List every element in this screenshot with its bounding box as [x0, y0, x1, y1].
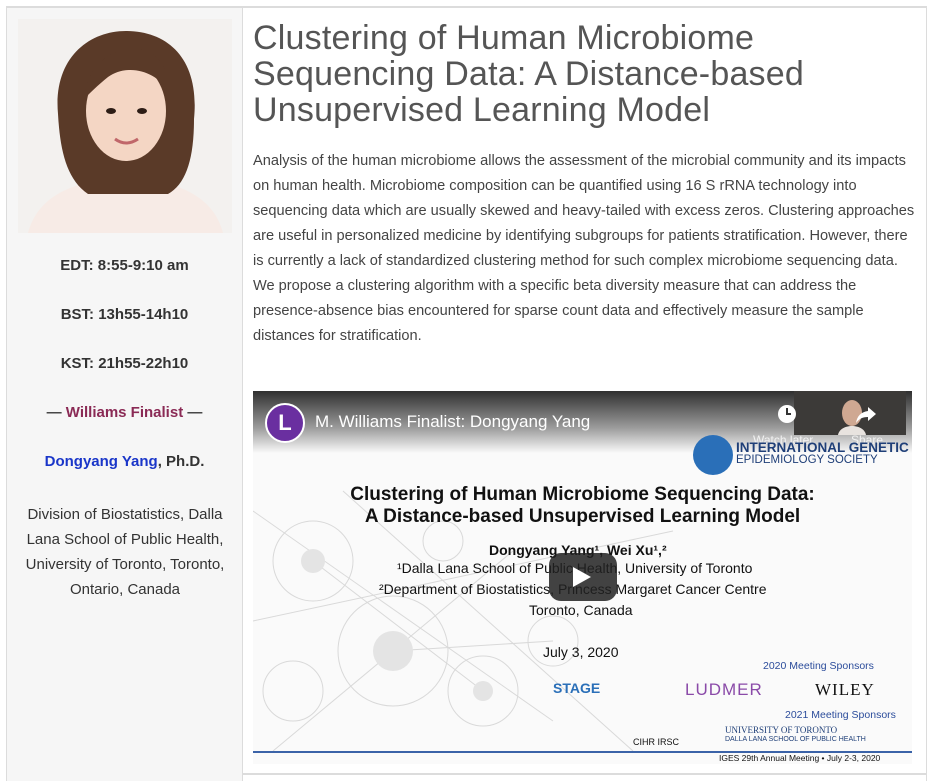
slide-title-line2: A Distance-based Unsupervised Learning M… [364, 506, 801, 527]
sponsor-ludmer: LUDMER [685, 680, 763, 699]
award-name: Williams Finalist [65, 404, 184, 421]
speaker-degree: , Ph.D. [157, 453, 205, 470]
slide-date: July 3, 2020 [543, 644, 619, 660]
slide-footer: IGES 29th Annual Meeting • July 2-3, 202… [719, 753, 881, 763]
play-icon [573, 567, 591, 587]
table-right-border [926, 6, 927, 781]
table-column-divider [242, 6, 243, 781]
sponsor-wiley: WILEY [815, 680, 875, 699]
clock-icon[interactable] [772, 403, 802, 433]
sponsor-uoft-line1: UNIVERSITY OF TORONTO [725, 725, 838, 735]
talk-title: Clustering of Human Microbiome Sequencin… [253, 19, 804, 129]
award-dash-left: — [46, 404, 66, 421]
speaker-photo [18, 19, 232, 233]
video-title[interactable]: M. Williams Finalist: Dongyang Yang [315, 412, 590, 432]
society-logo-icon [693, 435, 733, 475]
presenter-camera-thumbnail [794, 391, 906, 435]
award-dash-right: — [183, 404, 203, 421]
slide-society-line2: EPIDEMIOLOGY SOCIETY [736, 454, 878, 466]
schedule-bst: BST: 13h55-14h10 [60, 306, 189, 323]
sponsor-uoft-line2: DALLA LANA SCHOOL OF PUBLIC HEALTH [725, 736, 866, 743]
speaker-name-link[interactable]: Dongyang Yang [45, 453, 158, 470]
award-label: — Williams Finalist — [7, 404, 242, 421]
speaker-name: Dongyang Yang, Ph.D. [7, 453, 242, 470]
play-button[interactable] [549, 553, 617, 601]
slide-city: Toronto, Canada [529, 602, 633, 618]
share-icon[interactable] [851, 403, 881, 433]
slide-society-line1: INTERNATIONAL GENETIC [736, 440, 909, 455]
sponsors-2021-label: 2021 Meeting Sponsors [785, 709, 896, 721]
schedule-kst: KST: 21h55-22h10 [60, 355, 189, 372]
sponsor-cihr: CIHR IRSC [633, 737, 680, 747]
speaker-affiliation: Division of Biostatistics, Dalla Lana Sc… [25, 506, 225, 598]
video-player[interactable]: L M. Williams Finalist: Dongyang Yang Wa… [253, 391, 912, 764]
sponsor-stage: STAGE [553, 680, 601, 696]
schedule-edt: EDT: 8:55-9:10 am [60, 257, 189, 274]
sponsors-2020-label: 2020 Meeting Sponsors [763, 660, 874, 672]
talk-abstract: Analysis of the human microbiome allows … [253, 153, 915, 344]
slide-title-line1: Clustering of Human Microbiome Sequencin… [350, 484, 815, 505]
channel-logo[interactable]: L [265, 403, 305, 443]
